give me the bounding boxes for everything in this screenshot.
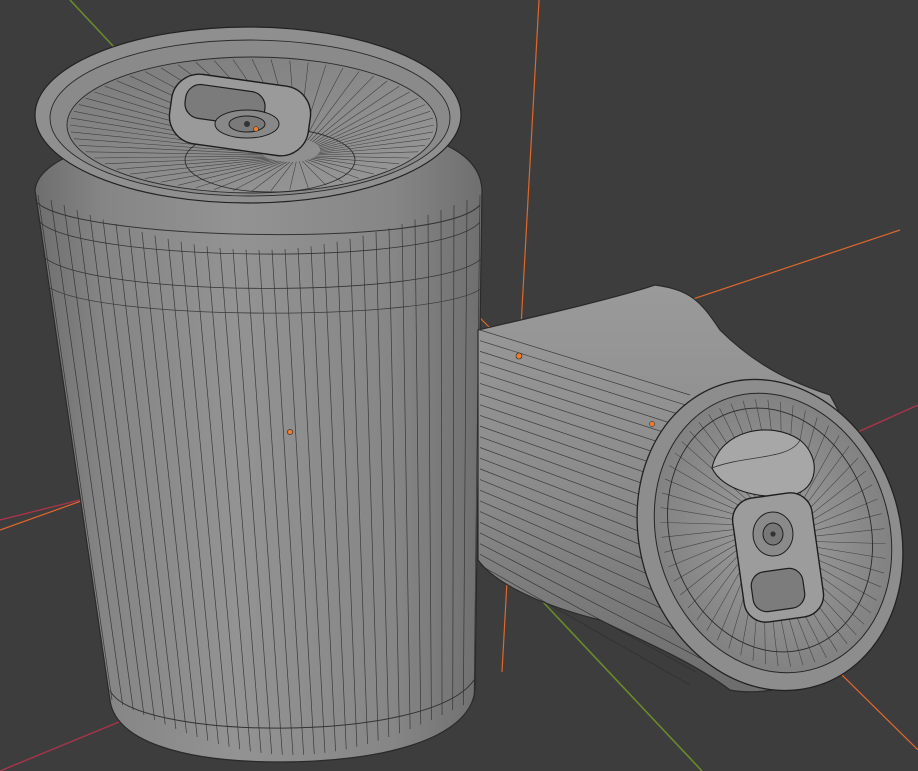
pivot-dot-top[interactable] — [253, 126, 259, 132]
crushed-pivot-dot[interactable] — [649, 421, 655, 427]
crushed-origin-dot[interactable] — [515, 352, 523, 360]
viewport-scene[interactable] — [0, 0, 918, 771]
object-origin-dot[interactable] — [287, 429, 293, 435]
soda-can-crushed[interactable] — [477, 284, 918, 725]
can-body — [34, 121, 483, 763]
pull-tab-crushed — [731, 492, 825, 623]
3d-viewport[interactable] — [0, 0, 918, 771]
soda-can-upright[interactable] — [34, 26, 483, 763]
